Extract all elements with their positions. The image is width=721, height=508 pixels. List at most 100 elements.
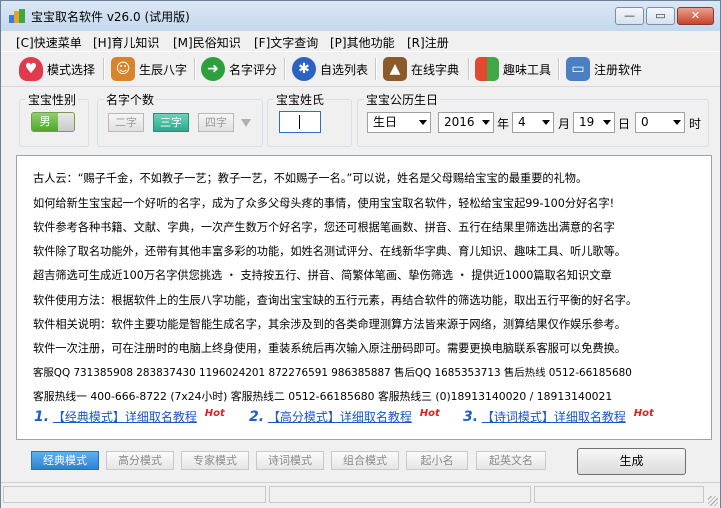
- toolbar-label: 自选列表: [320, 62, 369, 77]
- length-option-two[interactable]: 二字: [108, 113, 144, 132]
- birth-type-select[interactable]: 生日: [367, 112, 431, 133]
- intro-panel: 古人云：“赐子千金，不如教子一艺；教子一艺，不如赐子一名。”可以说，姓名是父母赐…: [16, 155, 712, 440]
- toolbar-divider: [194, 58, 196, 80]
- mode-high-score[interactable]: 高分模式: [106, 451, 174, 470]
- name-score-button[interactable]: ➜ 名字评分: [201, 55, 277, 83]
- bazi-button[interactable]: ☺ 生辰八字: [111, 55, 187, 83]
- intro-line: 如何给新生宝宝起一个好听的名字，成为了众多父母头疼的事情，使用宝宝取名软件，轻松…: [33, 197, 615, 210]
- toolbar-label: 模式选择: [47, 62, 96, 77]
- chevron-down-icon: [482, 120, 490, 125]
- tutorial-link[interactable]: 【经典模式】详细取名教程: [53, 410, 197, 424]
- toolbar: ♥ 模式选择 ☺ 生辰八字 ➜ 名字评分 ✱ 自选列表 ▲ 在线字典 趣味工具: [1, 51, 720, 87]
- tutorial-number: 3.: [463, 409, 479, 425]
- intro-line: 超吉筛选可生成近100万名字供您挑选 ・ 支持按五行、拼音、简繁体笔画、挚伤筛选…: [33, 269, 612, 282]
- intro-line: 古人云：“赐子千金，不如教子一艺；教子一艺，不如赐子一名。”可以说，姓名是父母赐…: [33, 172, 588, 185]
- arrow-right-icon: ➜: [201, 57, 225, 81]
- graduate-icon: ▲: [383, 57, 407, 81]
- menu-text-query[interactable]: [F]文字查询: [254, 34, 318, 51]
- day-value: 19: [579, 115, 595, 129]
- text-caret: [299, 115, 300, 129]
- window-title: 宝宝取名软件 v26.0 (试用版): [31, 10, 190, 24]
- app-window: 宝宝取名软件 v26.0 (试用版) — ▭ ✕ [C]快速菜单 [H]育儿知识…: [0, 0, 721, 508]
- monitor-icon: ▭: [566, 57, 590, 81]
- close-button[interactable]: ✕: [677, 7, 714, 25]
- title-bar[interactable]: 宝宝取名软件 v26.0 (试用版) — ▭ ✕: [1, 1, 720, 31]
- length-option-three[interactable]: 三字: [153, 113, 189, 132]
- dropdown-arrow-icon[interactable]: [241, 119, 251, 127]
- menu-register[interactable]: [R]注册: [407, 34, 449, 51]
- hour-unit: 时: [689, 117, 702, 131]
- maximize-button[interactable]: ▭: [646, 7, 675, 25]
- gender-value: 男: [32, 113, 58, 131]
- hot-badge: Hot: [633, 408, 654, 419]
- menu-parenting[interactable]: [H]育儿知识: [93, 34, 159, 51]
- menu-other[interactable]: [P]其他功能: [330, 34, 395, 51]
- toolbar-label: 注册软件: [594, 62, 643, 77]
- year-select[interactable]: 2016: [438, 112, 494, 133]
- day-unit: 日: [618, 117, 631, 131]
- tutorial-high-score[interactable]: 2. 【高分模式】详细取名教程 Hot: [249, 408, 440, 425]
- mode-classic[interactable]: 经典模式: [31, 451, 99, 470]
- globe-icon: ✱: [292, 57, 316, 81]
- register-software-button[interactable]: ▭ 注册软件: [566, 55, 642, 83]
- mode-combo[interactable]: 组合模式: [331, 451, 399, 470]
- status-bar: [1, 482, 720, 508]
- status-panel: [534, 486, 704, 503]
- custom-list-button[interactable]: ✱ 自选列表: [292, 55, 368, 83]
- fun-tools-button[interactable]: 趣味工具: [475, 55, 551, 83]
- year-value: 2016: [444, 115, 475, 129]
- chevron-down-icon: [419, 120, 427, 125]
- day-select[interactable]: 19: [573, 112, 615, 133]
- mode-poetry[interactable]: 诗词模式: [256, 451, 324, 470]
- mode-select-button[interactable]: ♥ 模式选择: [19, 55, 95, 83]
- tutorial-classic[interactable]: 1. 【经典模式】详细取名教程 Hot: [34, 408, 225, 425]
- menu-folk[interactable]: [M]民俗知识: [173, 34, 241, 51]
- status-panel: [269, 486, 531, 503]
- tutorial-number: 1.: [34, 409, 50, 425]
- intro-line: 软件使用方法：根据软件上的生辰八字功能，查询出宝宝缺的五行元素，再结合软件的筛选…: [33, 294, 638, 307]
- gender-title: 宝宝性别: [26, 91, 79, 108]
- menu-bar: [C]快速菜单 [H]育儿知识 [M]民俗知识 [F]文字查询 [P]其他功能 …: [1, 31, 720, 51]
- month-unit: 月: [558, 117, 571, 131]
- month-value: 4: [518, 115, 526, 129]
- intro-line: 软件一次注册，可在注册时的电脑上终身使用，重装系统后再次输入原注册码即可。需要更…: [33, 342, 626, 355]
- resize-grip[interactable]: [708, 496, 718, 506]
- mode-english-name[interactable]: 起英文名: [476, 451, 546, 470]
- gender-toggle[interactable]: 男: [31, 112, 75, 132]
- toolbar-label: 在线字典: [411, 62, 460, 77]
- surname-title: 宝宝姓氏: [274, 91, 327, 108]
- mode-nickname[interactable]: 起小名: [406, 451, 468, 470]
- intro-line: 软件参考各种书籍、文献、字典，一次产生数万个好名字，您还可根据笔画数、拼音、五行…: [33, 221, 615, 234]
- menu-quick[interactable]: [C]快速菜单: [16, 34, 82, 51]
- month-select[interactable]: 4: [512, 112, 554, 133]
- hour-select[interactable]: 0: [635, 112, 685, 133]
- mode-expert[interactable]: 专家模式: [181, 451, 249, 470]
- birthday-title: 宝宝公历生日: [364, 91, 441, 108]
- minimize-button[interactable]: —: [615, 7, 644, 25]
- name-length-title: 名字个数: [104, 91, 157, 108]
- tutorial-link[interactable]: 【高分模式】详细取名教程: [268, 410, 412, 424]
- surname-input[interactable]: [279, 111, 321, 133]
- contact-qq-line: 客服QQ 731385908 283837430 1196024201 8722…: [33, 367, 632, 379]
- toolbar-label: 名字评分: [229, 62, 278, 77]
- tutorial-poetry[interactable]: 3. 【诗词模式】详细取名教程 Hot: [463, 408, 654, 425]
- toolbar-divider: [103, 58, 105, 80]
- year-unit: 年: [497, 117, 510, 131]
- birth-type-value: 生日: [373, 115, 398, 129]
- toolbar-divider: [558, 58, 560, 80]
- contact-hotline-line: 客服热线一 400-666-8722 (7x24小时) 客服热线二 0512-6…: [33, 390, 613, 403]
- hot-badge: Hot: [204, 408, 225, 419]
- app-logo-icon: [9, 9, 25, 23]
- toolbar-divider: [284, 58, 286, 80]
- toolbar-label: 生辰八字: [139, 62, 188, 77]
- length-option-four[interactable]: 四字: [198, 113, 234, 132]
- generate-button[interactable]: 生成: [577, 448, 686, 475]
- tutorial-link[interactable]: 【诗词模式】详细取名教程: [482, 410, 626, 424]
- windows-icon: [475, 57, 499, 81]
- hot-badge: Hot: [419, 408, 440, 419]
- chevron-down-icon: [603, 120, 611, 125]
- intro-line: 软件相关说明：软件主要功能是智能生成名字，其余涉及到的各类命理测算方法皆来源于网…: [33, 318, 626, 331]
- chevron-down-icon: [673, 120, 681, 125]
- status-panel: [3, 486, 266, 503]
- online-dictionary-button[interactable]: ▲ 在线字典: [383, 55, 459, 83]
